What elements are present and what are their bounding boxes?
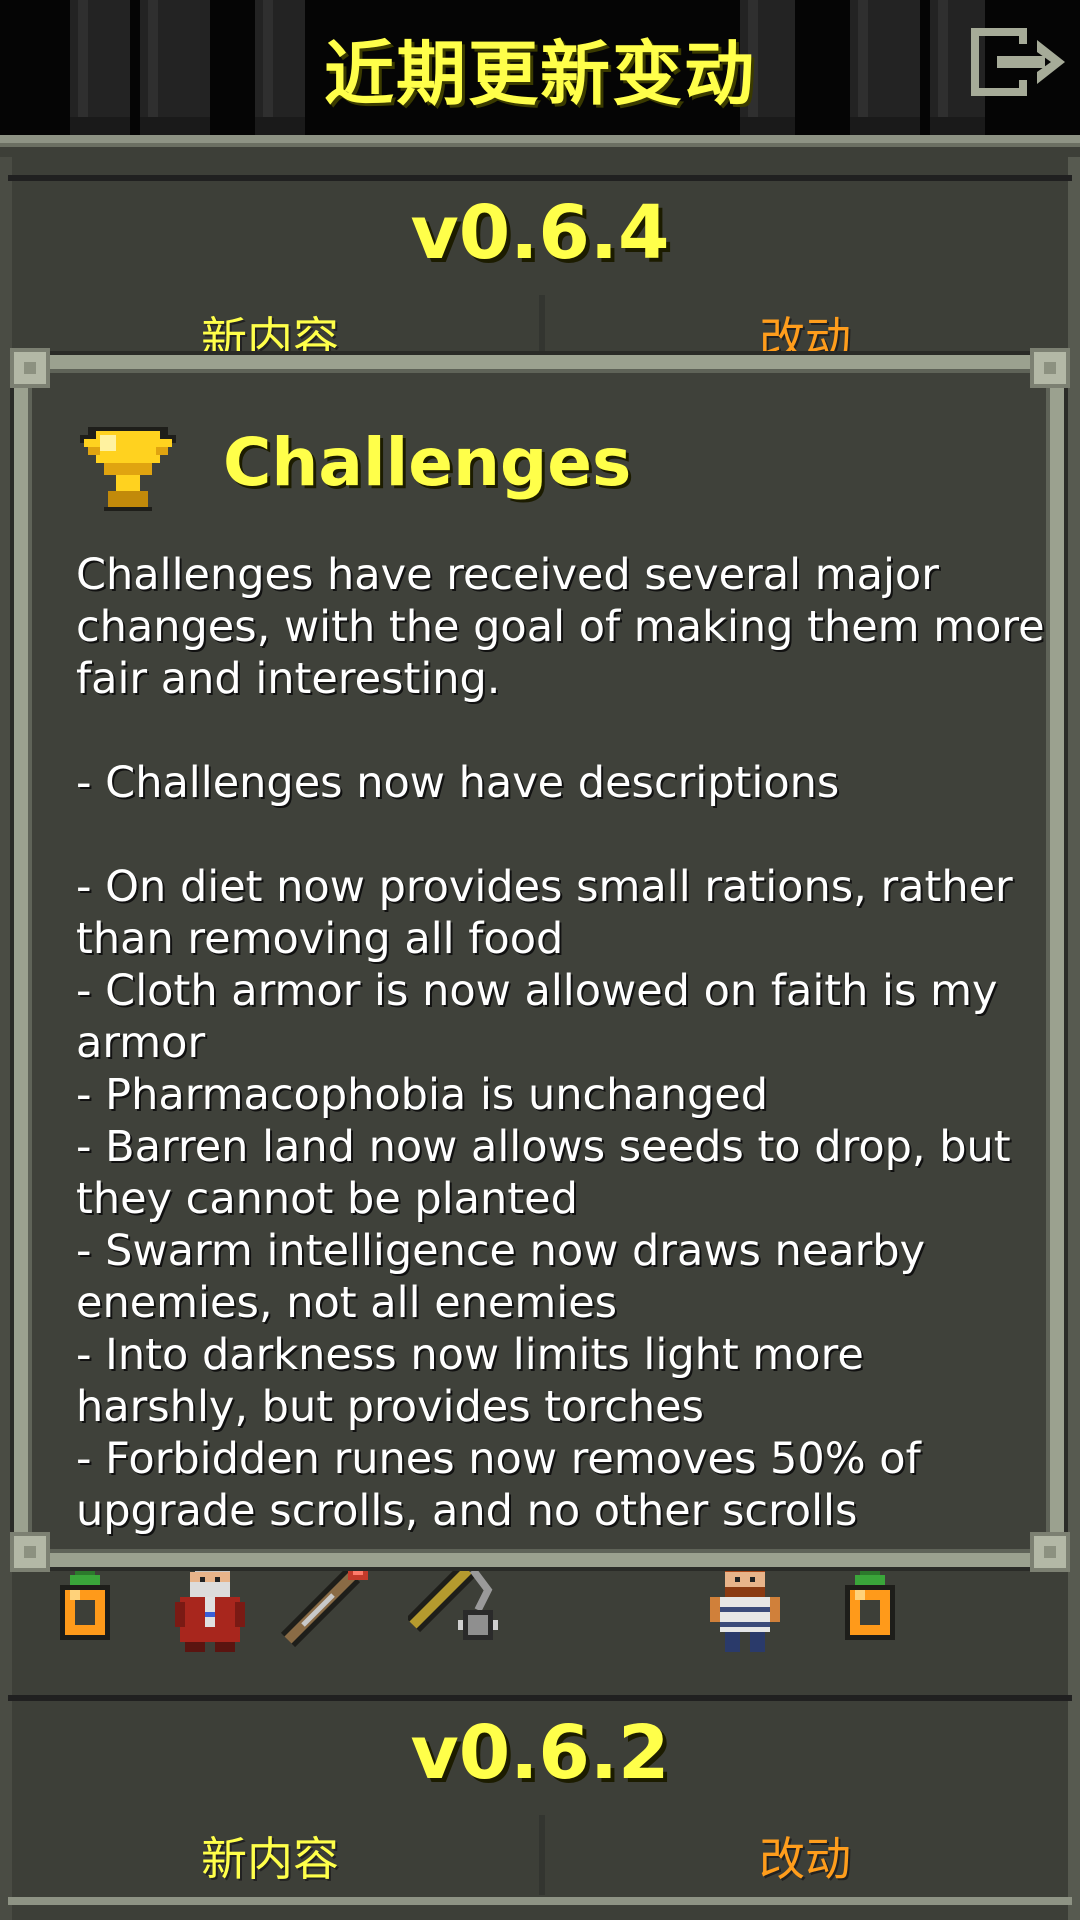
frame-corner [10,348,50,388]
warrior-sprite-icon[interactable] [700,1557,790,1652]
scrollbar-track[interactable] [1068,157,1080,1920]
version-title: v0.6.2 [410,1710,670,1796]
challenges-dialog[interactable]: Challenges Challenges have received seve… [14,355,1064,1567]
dialog-title: Challenges [223,424,632,501]
exit-button[interactable] [965,22,1070,102]
trophy-icon [76,419,180,515]
flail-icon[interactable] [405,1555,498,1650]
panel-frame-bottom [8,1897,1072,1905]
frame-corner [10,1532,50,1572]
exit-door-icon [971,28,1065,96]
wand-icon[interactable] [278,1555,368,1650]
page-title: 近期更新变动 [324,33,756,115]
new-content-header: 新内容 [201,1832,339,1886]
orange-potion-icon[interactable] [40,1560,130,1655]
orange-potion-icon[interactable] [825,1560,915,1655]
frame-corner [1030,1532,1070,1572]
old-wizard-sprite-icon[interactable] [165,1557,255,1652]
frame-corner [1030,348,1070,388]
panel-frame [0,135,1080,147]
section-divider [8,1695,1072,1701]
dialog-body-text: Challenges have received several major c… [76,550,1045,1536]
column-divider [539,1815,545,1895]
version-title: v0.6.4 [410,190,670,276]
changes-header: 改动 [759,1832,851,1886]
section-divider [8,175,1072,181]
panel-rail-left [0,157,12,1920]
